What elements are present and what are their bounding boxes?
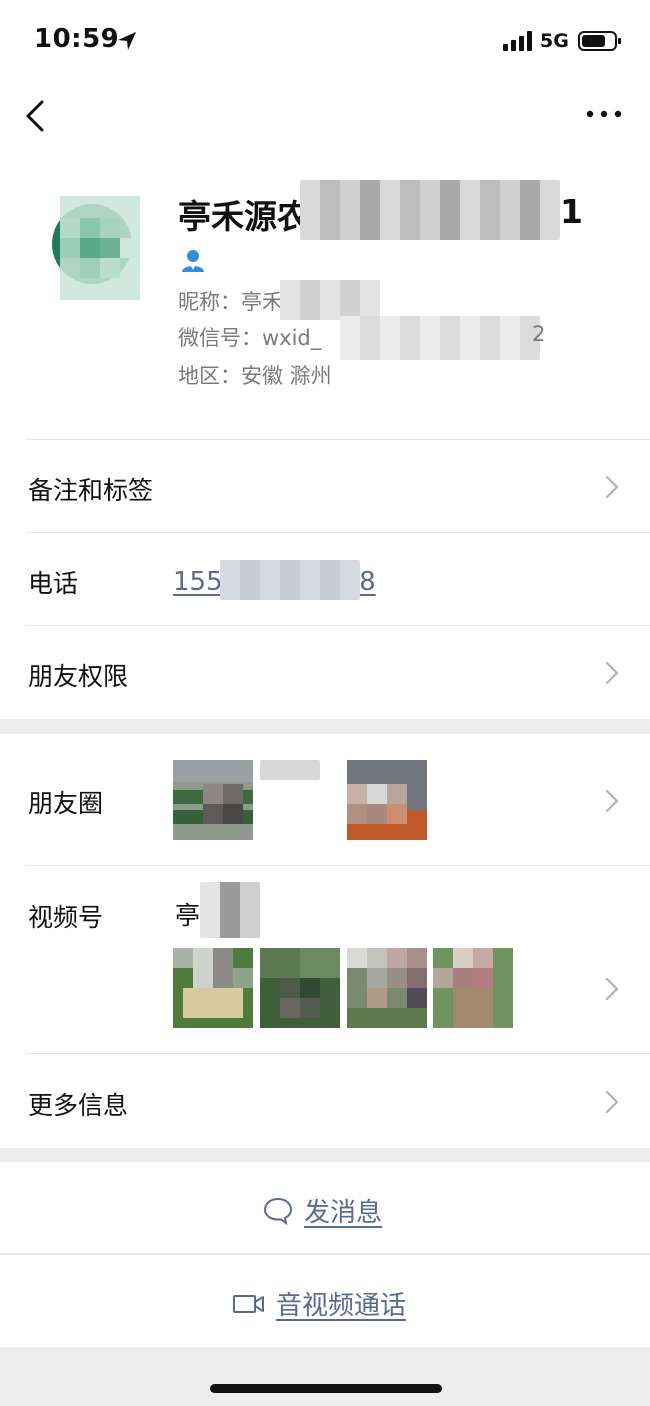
profile-name: 亭禾源农	[178, 197, 310, 236]
row-label: 视频号	[28, 903, 104, 932]
channels-thumbnail	[433, 948, 513, 1028]
channels-thumbnail	[173, 948, 253, 1028]
channels-thumbnail	[347, 948, 427, 1028]
wechat-id-tail: 2	[532, 322, 546, 346]
chat-bubble-icon	[263, 1197, 293, 1225]
row-label: 朋友权限	[28, 662, 129, 691]
profile-header: 亭禾源农 1 昵称：亭禾 微信号：wxid_ 2 地区：安徽 滁州	[0, 156, 650, 440]
row-label: 更多信息	[28, 1091, 129, 1120]
moments-thumbnail	[347, 760, 427, 840]
nav-bar	[0, 84, 650, 156]
chevron-right-icon	[605, 661, 619, 685]
moments-thumbnail	[173, 760, 253, 840]
row-remarks-tags[interactable]: 备注和标签	[0, 440, 650, 533]
row-channels[interactable]: 视频号 亭	[0, 866, 650, 1054]
channels-thumbnail	[260, 948, 340, 1028]
battery-icon	[578, 31, 621, 51]
chevron-right-icon	[605, 977, 619, 1001]
verified-person-icon	[182, 250, 204, 272]
profile-name-tail: 1	[560, 192, 583, 231]
av-call-content: 音视频通话	[232, 1285, 406, 1322]
row-more-info[interactable]: 更多信息	[0, 1054, 650, 1148]
chevron-right-icon	[605, 1090, 619, 1114]
location-arrow-icon	[118, 32, 136, 50]
row-label: 朋友圈	[28, 789, 104, 818]
nickname-line: 昵称：亭禾	[178, 290, 283, 314]
voice-video-call-button[interactable]: 音视频通话	[0, 1255, 650, 1347]
divider	[0, 1253, 650, 1254]
av-call-label: 音视频通话	[276, 1291, 407, 1321]
send-message-content: 发消息	[262, 1192, 382, 1229]
redacted-nickname	[280, 280, 380, 320]
row-phone: 电话 1555 8	[0, 533, 650, 626]
send-message-button[interactable]: 发消息	[0, 1162, 650, 1254]
send-message-label: 发消息	[304, 1198, 383, 1228]
region-line: 地区：安徽 滁州	[178, 364, 332, 388]
video-camera-icon	[233, 1294, 264, 1313]
cellular-signal-icon	[503, 31, 532, 51]
back-chevron-icon[interactable]	[22, 98, 50, 134]
row-label: 电话	[28, 569, 79, 598]
row-friend-permissions[interactable]: 朋友权限	[0, 626, 650, 719]
row-moments[interactable]: 朋友圈	[0, 734, 650, 866]
chevron-right-icon	[605, 475, 619, 499]
home-indicator[interactable]	[210, 1384, 442, 1393]
redacted-phone	[220, 560, 360, 600]
network-type: 5G	[540, 30, 569, 52]
redacted-channel-name	[200, 882, 260, 938]
phone-number-tail: 8	[359, 567, 376, 597]
redacted-wechat-id	[340, 316, 540, 360]
redacted-thumbnail	[260, 760, 320, 780]
status-time: 10:59	[34, 24, 120, 54]
channels-name: 亭	[175, 901, 201, 930]
status-bar: 10:59 5G	[0, 0, 650, 84]
row-label: 备注和标签	[28, 476, 154, 505]
avatar[interactable]	[52, 196, 142, 300]
more-options-icon[interactable]	[584, 104, 624, 124]
wechat-id-line: 微信号：wxid_	[178, 326, 322, 350]
chevron-right-icon	[605, 789, 619, 813]
